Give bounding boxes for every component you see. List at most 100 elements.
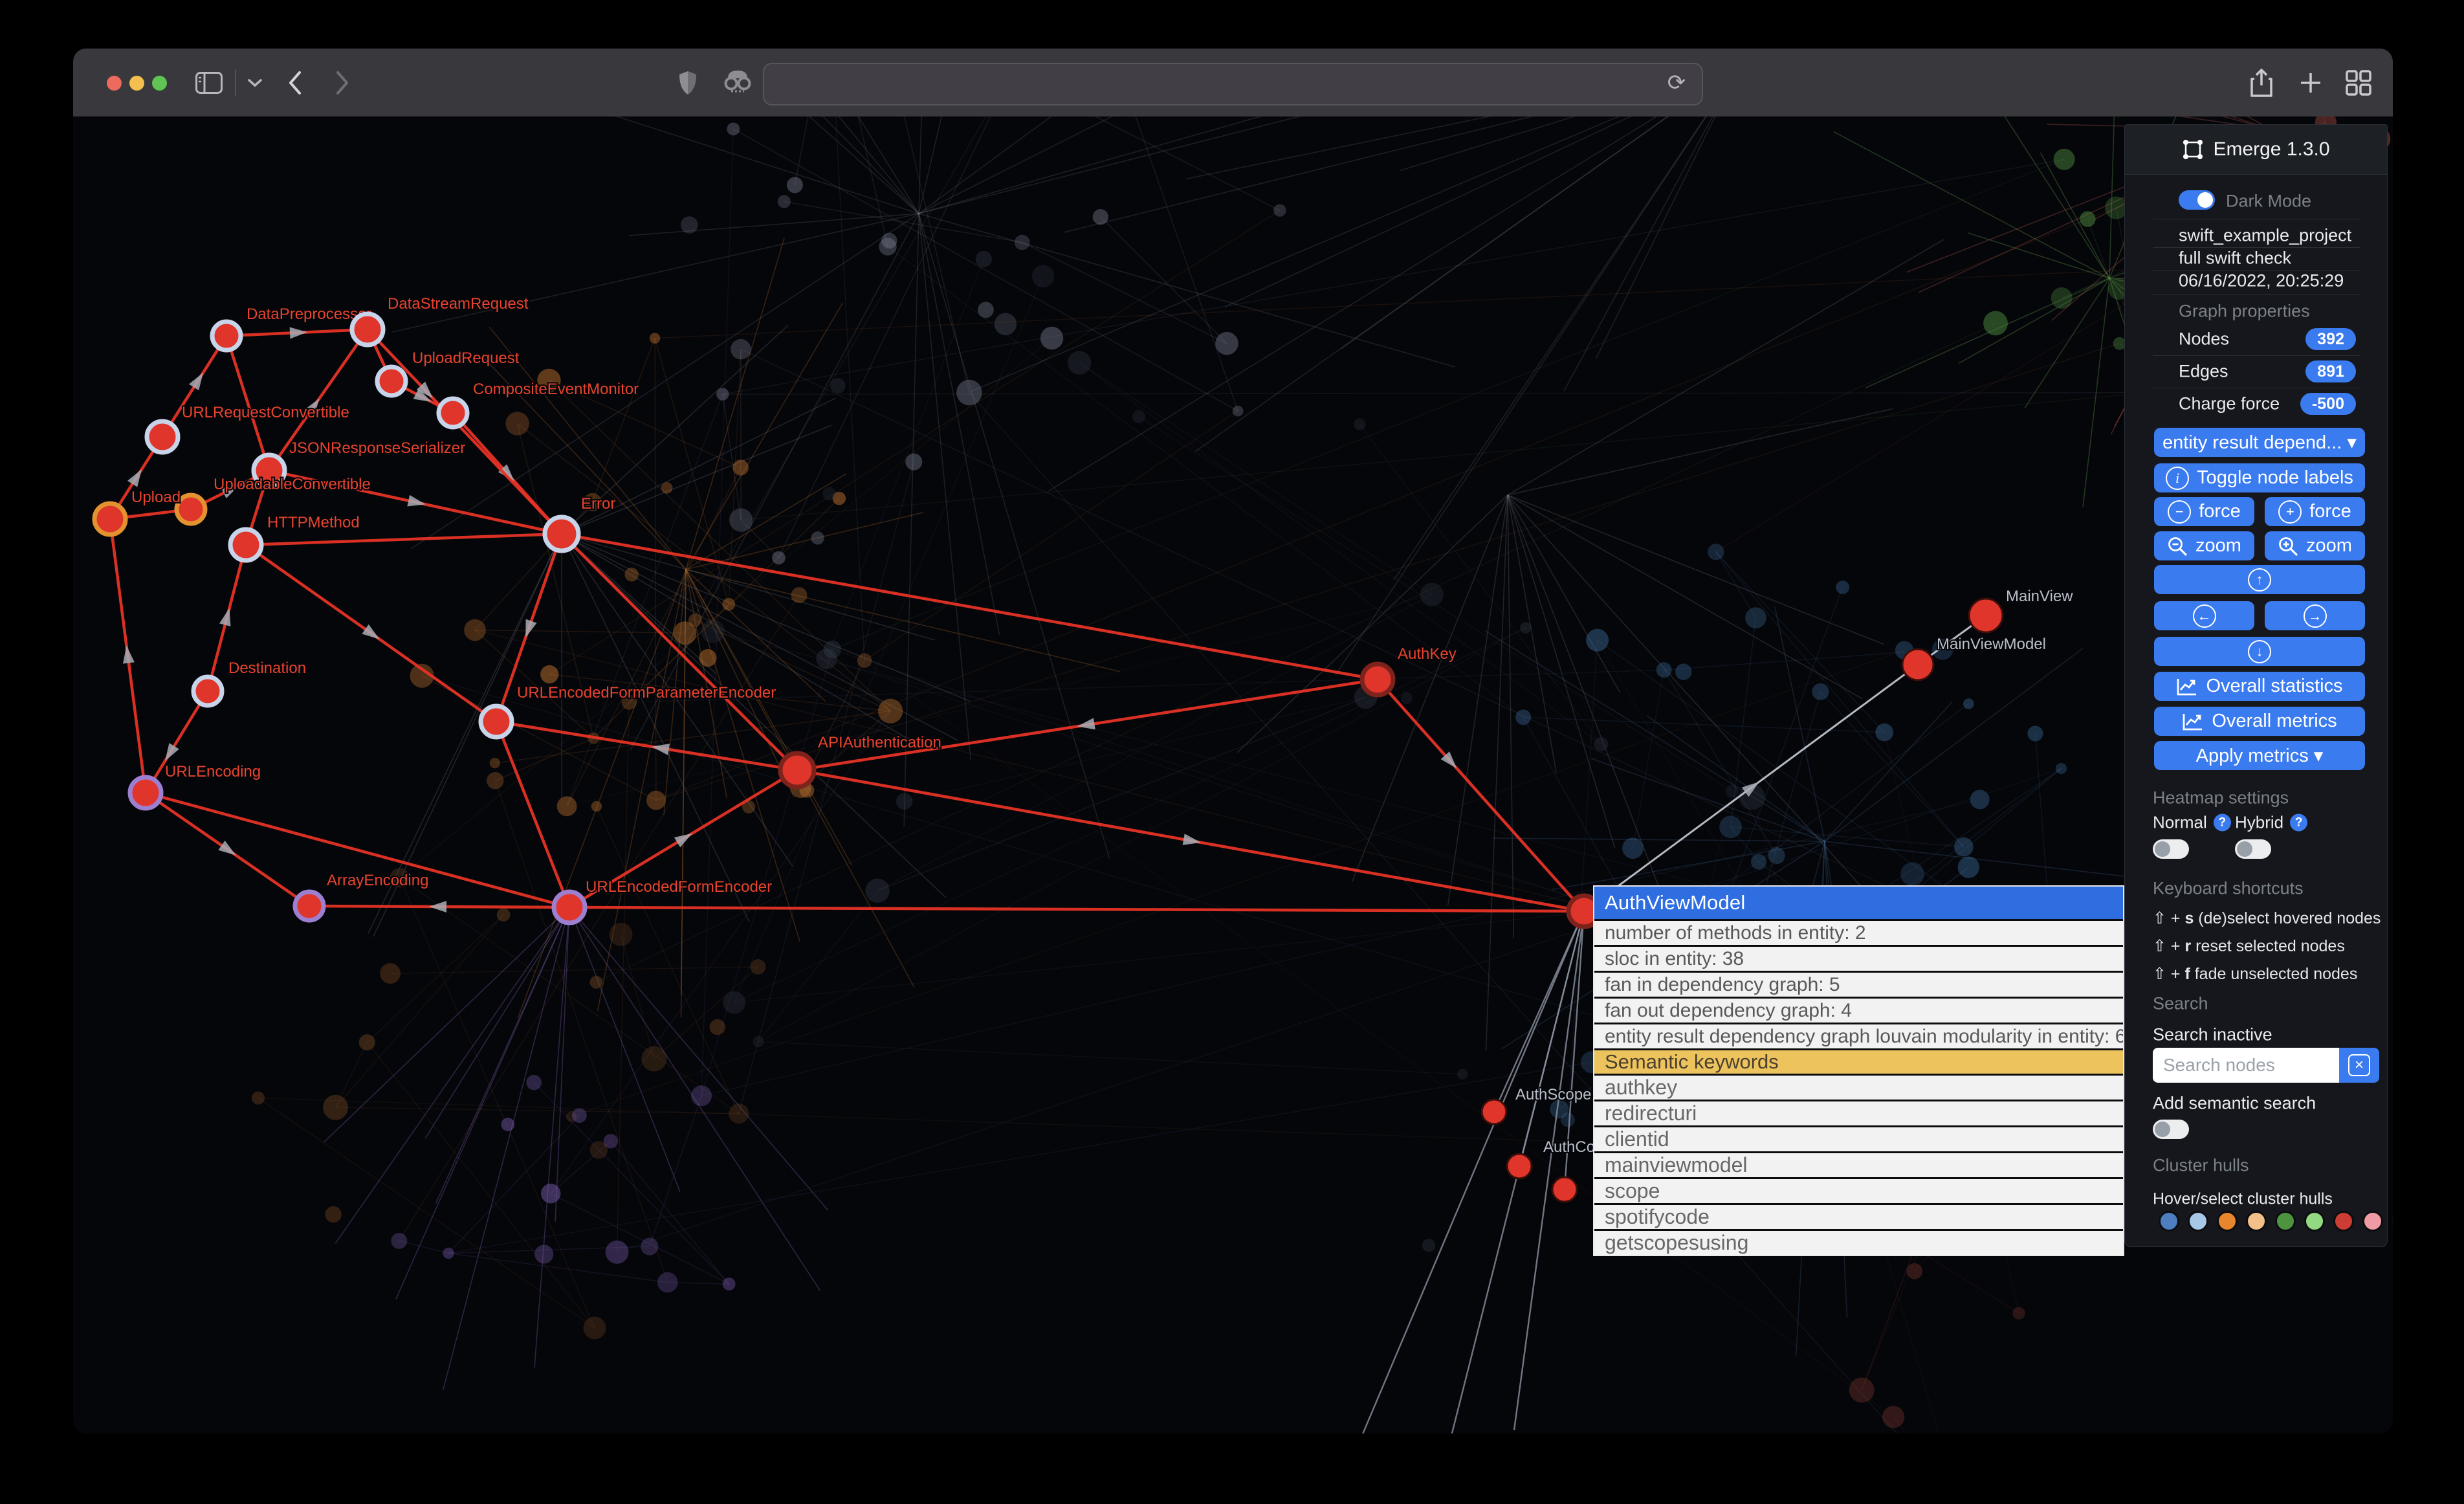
graph-node-CompositeEventMonitor[interactable] (439, 399, 467, 427)
help-icon[interactable]: ? (2214, 814, 2231, 832)
shield-icon[interactable] (668, 49, 707, 116)
search-input[interactable] (2153, 1048, 2339, 1083)
graph-node-UploadRequest[interactable] (377, 367, 406, 395)
cluster-hull-dot[interactable] (2159, 1211, 2179, 1232)
pan-down-button[interactable]: ↓ (2154, 637, 2365, 666)
graph-node-URLEncodedFormParameterEncoder[interactable] (481, 706, 512, 737)
graph-node-HTTPMethod[interactable] (230, 529, 261, 560)
graph-node-APIAuthentication[interactable] (780, 753, 814, 787)
overall-statistics-button[interactable]: Overall statistics (2154, 672, 2365, 701)
help-icon[interactable]: ? (2290, 814, 2307, 832)
force-increase-button[interactable]: + force (2265, 497, 2365, 526)
browser-titlebar: ⟳ (73, 49, 2393, 118)
heatmap-hybrid-toggle[interactable] (2235, 839, 2271, 859)
graph-node-URLEncodedFormEncoder[interactable] (554, 892, 585, 923)
dark-mode-toggle[interactable] (2179, 190, 2215, 210)
graph-node-AuthScope[interactable] (1482, 1100, 1506, 1124)
clear-search-button[interactable]: × (2339, 1048, 2379, 1083)
toggle-node-labels-label: Toggle node labels (2197, 467, 2353, 489)
close-window-button[interactable] (107, 76, 122, 91)
toggle-node-labels-button[interactable]: i Toggle node labels (2154, 463, 2365, 492)
app-title: Emerge 1.3.0 (2213, 138, 2329, 160)
force-decrease-button[interactable]: − force (2154, 497, 2254, 526)
cluster-hull-dot[interactable] (2362, 1211, 2383, 1232)
graph-node-AuthCoordinator[interactable] (1507, 1154, 1532, 1178)
heatmap-normal-toggle[interactable] (2153, 839, 2189, 859)
zoom-in-label: zoom (2306, 535, 2352, 557)
node-label-URLEncoding: URLEncoding (165, 763, 261, 780)
zoom-in-button[interactable]: zoom (2265, 531, 2365, 560)
edge-arrow-icon (429, 901, 446, 912)
minimize-window-button[interactable] (129, 76, 144, 91)
pan-left-button[interactable]: ← (2154, 601, 2254, 630)
graph-node-MainViewModel[interactable] (1902, 649, 1933, 680)
screen: ⟳ DataPreprocessorDataStreamRequestUploa… (0, 0, 2464, 1504)
graph-node-URLRequestConvertible[interactable] (147, 421, 178, 452)
zoom-window-button[interactable] (152, 76, 167, 91)
cluster-hull-dot[interactable] (2275, 1211, 2296, 1232)
edge-arrow-icon (219, 606, 235, 626)
heatmap-normal-label: Normal (2153, 813, 2207, 833)
graph-node-URLEncoding[interactable] (130, 777, 161, 808)
apply-metrics-button[interactable]: Apply metrics ▾ (2154, 741, 2365, 770)
tooltip-keyword-row: mainviewmodel (1594, 1153, 2123, 1177)
edge-arrow-icon (290, 326, 308, 338)
graph-node-DataPreprocessor[interactable] (212, 322, 241, 350)
graph-node-Upload[interactable] (94, 503, 126, 535)
sidebar-toggle-icon[interactable] (190, 49, 228, 116)
tooltip-keywords: authkeyredirecturiclientidmainviewmodels… (1594, 1076, 2123, 1255)
share-icon[interactable] (2242, 49, 2281, 116)
chevron-down-icon[interactable] (240, 49, 270, 116)
graph-canvas[interactable]: DataPreprocessorDataStreamRequestUploadR… (73, 116, 2393, 1433)
overall-statistics-label: Overall statistics (2206, 676, 2342, 697)
refresh-icon[interactable]: ⟳ (1663, 69, 1690, 96)
cluster-hulls-heading: Cluster hulls (2153, 1156, 2249, 1176)
stat-edges-label: Edges (2179, 362, 2228, 382)
graph-node-AuthNode3[interactable] (1552, 1177, 1577, 1202)
graph-node-UploadableConvertible[interactable] (177, 495, 205, 524)
heatmap-hybrid-label: Hybrid (2235, 813, 2283, 833)
tab-overview-icon[interactable] (2339, 49, 2378, 116)
graph-node-ArrayEncoding[interactable] (295, 892, 324, 920)
stat-nodes-value: 392 (2305, 328, 2356, 350)
url-input[interactable] (764, 73, 1702, 95)
graph-edge (226, 336, 269, 470)
project-name: swift_example_project (2179, 226, 2351, 246)
minus-icon: − (2168, 500, 2191, 524)
mode-dropdown-button[interactable]: entity result depend... ▾ (2154, 428, 2365, 457)
node-label-MainView: MainView (2006, 588, 2073, 605)
tooltip-keyword-row: clientid (1594, 1127, 2123, 1151)
cluster-hull-dot[interactable] (2217, 1211, 2238, 1232)
extension-goggles-icon[interactable] (717, 49, 758, 116)
graph-node-Error[interactable] (545, 517, 578, 551)
node-label-UploadableConvertible: UploadableConvertible (214, 476, 371, 493)
overall-metrics-button[interactable]: Overall metrics (2154, 707, 2365, 736)
pan-right-button[interactable]: → (2265, 601, 2365, 630)
graph-node-Destination[interactable] (193, 677, 222, 705)
dark-mode-label: Dark Mode (2226, 192, 2311, 212)
node-label-HTTPMethod: HTTPMethod (267, 514, 360, 531)
graph-node-DataStreamRequest[interactable] (352, 314, 383, 345)
semantic-search-toggle[interactable] (2153, 1120, 2189, 1139)
node-label-AuthKey: AuthKey (1398, 645, 1457, 663)
cluster-hull-dot[interactable] (2333, 1211, 2354, 1232)
zoom-out-button[interactable]: zoom (2154, 531, 2254, 560)
cluster-hull-dot[interactable] (2246, 1211, 2267, 1232)
graph-node-MainView[interactable] (1969, 599, 2003, 632)
node-label-MainViewModel: MainViewModel (1937, 636, 2046, 653)
tooltip-metrics: number of methods in entity: 2sloc in en… (1594, 921, 2123, 1048)
back-button[interactable] (277, 49, 313, 116)
new-tab-icon[interactable] (2291, 49, 2330, 116)
project-check: full swift check (2179, 249, 2291, 269)
node-label-URLEncodedFormEncoder: URLEncodedFormEncoder (586, 878, 772, 896)
graph-node-AuthKey[interactable] (1362, 664, 1393, 695)
cluster-hull-dot[interactable] (2304, 1211, 2325, 1232)
cluster-hull-dot[interactable] (2188, 1211, 2208, 1232)
edge-arrow-icon (674, 828, 695, 847)
pan-up-button[interactable]: ↑ (2154, 565, 2365, 594)
stat-charge-label: Charge force (2179, 394, 2280, 414)
forward-button[interactable] (324, 49, 360, 116)
chart-icon (2182, 712, 2204, 731)
tooltip-metric-row: fan in dependency graph: 5 (1594, 973, 2123, 997)
node-label-URLRequestConvertible: URLRequestConvertible (182, 404, 349, 421)
